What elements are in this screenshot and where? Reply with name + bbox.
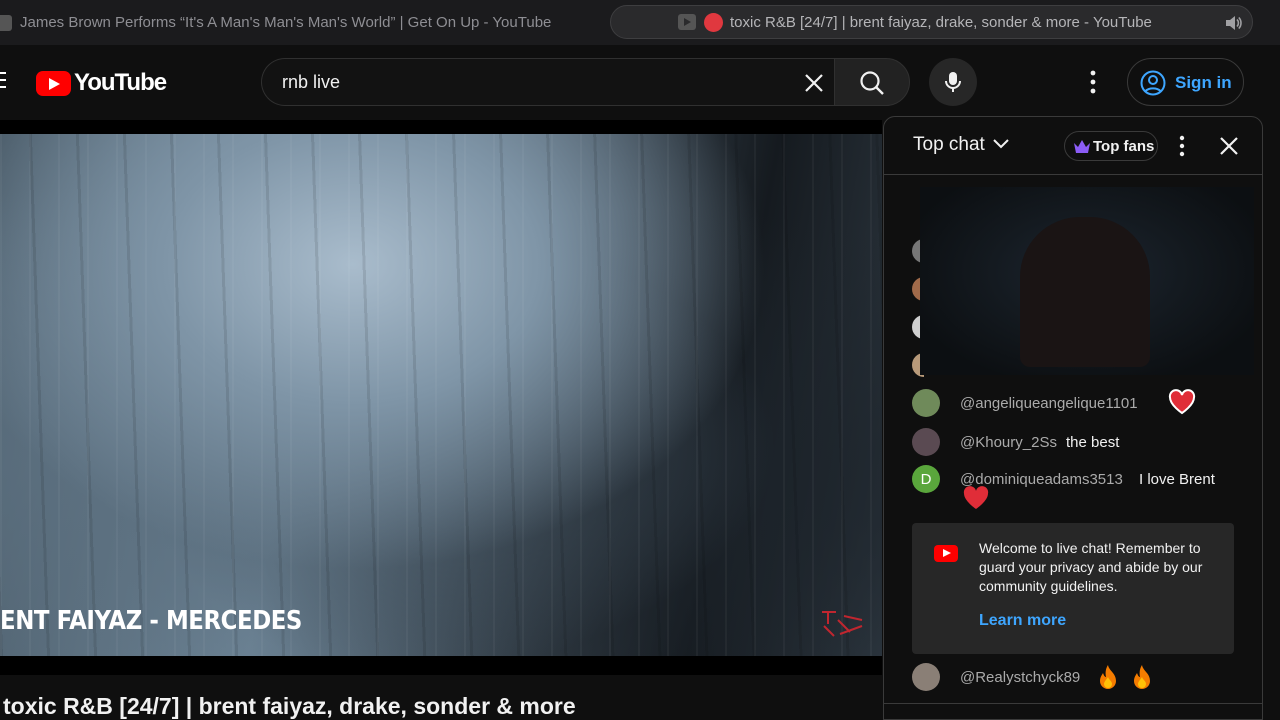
avatar bbox=[912, 389, 940, 417]
youtube-logo[interactable]: YouTube bbox=[36, 69, 167, 97]
video-caption: ENT FAIYAZ - MERCEDES bbox=[0, 606, 302, 636]
video-player[interactable]: ENT FAIYAZ - MERCEDES bbox=[0, 120, 882, 675]
search-button[interactable] bbox=[834, 58, 910, 106]
heart-icon bbox=[1168, 389, 1196, 415]
heart-icon bbox=[963, 486, 989, 509]
youtube-icon bbox=[934, 545, 958, 562]
mini-video-overlay[interactable] bbox=[920, 187, 1254, 375]
hamburger-menu-icon[interactable] bbox=[0, 72, 6, 90]
chat-message-text: I love Brent bbox=[1139, 471, 1215, 488]
welcome-text: Welcome to live chat! Remember to guard … bbox=[979, 540, 1203, 594]
search-query[interactable]: rnb live bbox=[282, 72, 340, 93]
avatar bbox=[912, 663, 940, 691]
tab-favicon-icon bbox=[678, 14, 696, 30]
chat-mode-selector[interactable]: Top chat bbox=[913, 134, 985, 156]
sign-in-label: Sign in bbox=[1175, 73, 1232, 92]
video-title: toxic R&B [24/7] | brent faiyaz, drake, … bbox=[3, 693, 576, 719]
learn-more-link[interactable]: Learn more bbox=[979, 612, 1066, 630]
channel-watermark-icon bbox=[822, 611, 863, 637]
browser-tab-inactive[interactable]: James Brown Performs “It's A Man's Man's… bbox=[0, 8, 600, 38]
video-rain-texture bbox=[0, 134, 882, 656]
sign-in-button[interactable]: Sign in bbox=[1127, 58, 1244, 106]
speaker-icon[interactable] bbox=[1223, 13, 1243, 33]
youtube-play-icon bbox=[36, 70, 71, 96]
search-icon bbox=[860, 71, 884, 95]
top-fans-label: Top fans bbox=[1093, 138, 1155, 155]
chat-author[interactable]: @Realystchyck89 bbox=[960, 669, 1080, 686]
close-chat-icon[interactable] bbox=[1218, 135, 1240, 157]
browser-tab-strip: James Brown Performs “It's A Man's Man's… bbox=[0, 0, 1280, 45]
youtube-header: YouTube rnb live Sign in bbox=[0, 45, 1280, 120]
logo-text: YouTube bbox=[74, 69, 167, 96]
top-fans-button[interactable]: Top fans bbox=[1064, 131, 1158, 161]
microphone-icon bbox=[945, 72, 961, 92]
tab-title: toxic R&B [24/7] | brent faiyaz, drake, … bbox=[730, 14, 1152, 31]
live-indicator-icon bbox=[704, 13, 723, 32]
chat-header: Top chat Top fans bbox=[884, 117, 1262, 175]
more-options-icon[interactable] bbox=[1081, 68, 1105, 96]
clear-search-icon[interactable] bbox=[802, 71, 826, 95]
tab-title: James Brown Performs “It's A Man's Man's… bbox=[20, 14, 552, 31]
voice-search-button[interactable] bbox=[929, 58, 977, 106]
search-input[interactable]: rnb live bbox=[261, 58, 836, 106]
chat-author[interactable]: @angeliqueangelique1101 bbox=[960, 395, 1138, 412]
chevron-down-icon[interactable] bbox=[991, 137, 1011, 151]
chat-more-options-icon[interactable] bbox=[1178, 135, 1186, 157]
chat-author[interactable]: @Khoury_2Ss bbox=[960, 434, 1057, 451]
avatar bbox=[912, 428, 940, 456]
chat-message-text: the best bbox=[1066, 434, 1120, 451]
browser-tab-active[interactable]: toxic R&B [24/7] | brent faiyaz, drake, … bbox=[610, 5, 1253, 39]
fire-icon bbox=[1134, 665, 1150, 689]
avatar: D bbox=[912, 465, 940, 493]
chat-input-area[interactable] bbox=[884, 703, 1262, 719]
crown-icon bbox=[1074, 140, 1090, 153]
fire-icon bbox=[1100, 665, 1116, 689]
account-icon bbox=[1140, 70, 1166, 96]
welcome-banner: Welcome to live chat! Remember to guard … bbox=[912, 523, 1234, 654]
video-frame[interactable]: ENT FAIYAZ - MERCEDES bbox=[0, 134, 882, 656]
live-chat-panel: Top chat Top fans @angeliqueangelique110… bbox=[883, 116, 1263, 720]
tab-favicon-icon bbox=[0, 15, 12, 31]
